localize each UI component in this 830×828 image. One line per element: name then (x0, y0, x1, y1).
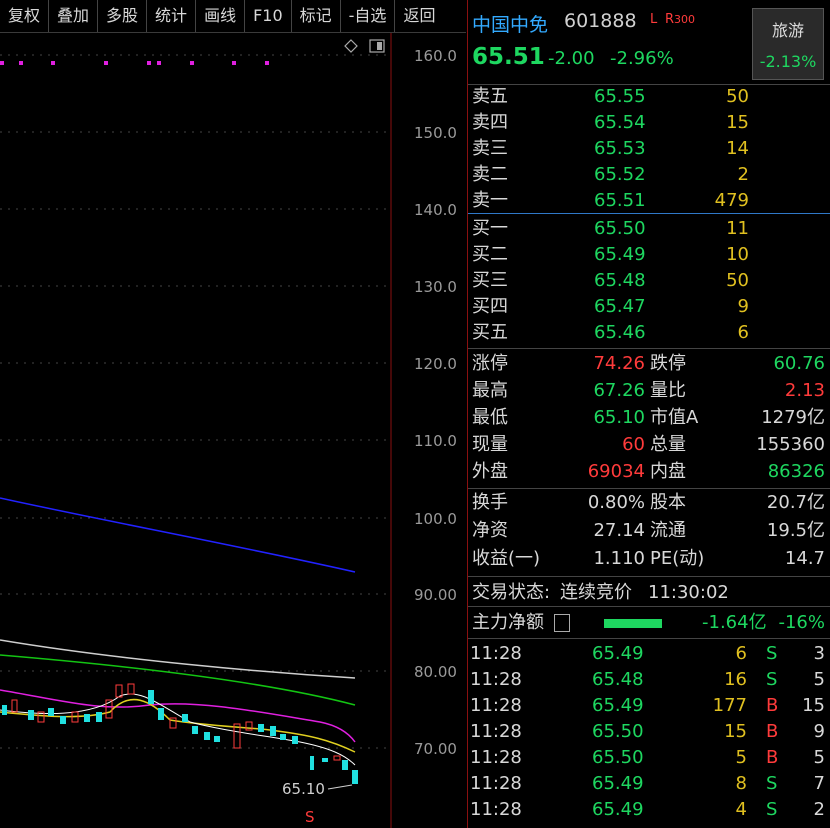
ask-row[interactable]: 卖五 65.55 50 (468, 84, 830, 110)
y-tick-label: 150.0 (414, 124, 457, 142)
y-tick-label: 110.0 (414, 432, 457, 450)
tick-row: 11:28 65.49 6 S 3 (470, 643, 825, 664)
stock-name: 中国中免 (472, 14, 549, 36)
tick-row: 11:28 65.48 16 S 5 (470, 669, 825, 690)
last-price: 65.51 (472, 44, 545, 70)
tick-row: 11:28 65.49 4 S 2 (470, 799, 825, 820)
stat-row: 外盘 69034 内盘 86326 (472, 461, 825, 482)
divider (468, 638, 830, 639)
price-change-pct: -2.96% (610, 48, 674, 69)
panel-toggle-icon-fill (377, 42, 382, 50)
bid-row[interactable]: 买一 65.50 11 (468, 216, 830, 242)
stat-row: 最高 67.26 量比 2.13 (472, 380, 825, 401)
bid-row[interactable]: 买四 65.47 9 (468, 294, 830, 320)
main-flow-row[interactable]: 主力净额 -1.64亿 -16% (468, 610, 830, 636)
stat-row: 最低 65.10 市值A 1279亿 (472, 407, 825, 428)
ma-line-short (0, 693, 356, 766)
y-tick-label: 70.00 (414, 740, 457, 758)
toolbar-f10-button[interactable]: F10 (245, 0, 292, 32)
divider (468, 348, 830, 349)
book-midline (468, 213, 830, 214)
toolbar-back-button[interactable]: 返回 (395, 0, 443, 32)
sector-change-pct: -2.13% (759, 52, 817, 71)
bid-row[interactable]: 买五 65.46 6 (468, 320, 830, 346)
quote-header: 中国中免 601888 L R300 65.51 -2.00 -2.96% 旅游… (468, 0, 830, 84)
tick-row: 11:28 65.49 177 B 15 (470, 695, 825, 716)
ma-line-green (0, 654, 356, 706)
low-price-arrow (327, 784, 353, 790)
stock-code: 601888 (564, 10, 637, 32)
tick-row: 11:28 65.50 5 B 5 (470, 747, 825, 768)
quote-panel: 中国中免 601888 L R300 65.51 -2.00 -2.96% 旅游… (467, 0, 830, 828)
stock-flag-r: R300 (665, 12, 696, 27)
bid-row[interactable]: 买二 65.49 10 (468, 242, 830, 268)
stat-row: 净资 27.14 流通 19.5亿 (472, 520, 825, 541)
stat-row: 涨停 74.26 跌停 60.76 (472, 353, 825, 374)
divider (468, 576, 830, 577)
sector-tile[interactable]: 旅游 -2.13% (752, 8, 824, 80)
toolbar-statistics-button[interactable]: 统计 (147, 0, 197, 32)
divider (468, 488, 830, 489)
toolbar-draw-line-button[interactable]: 画线 (196, 0, 246, 32)
y-tick-label: 160.0 (414, 47, 457, 65)
flow-bar (604, 619, 662, 628)
divider (468, 606, 830, 607)
toolbar-multi-stock-button[interactable]: 多股 (98, 0, 148, 32)
y-tick-label: 80.00 (414, 663, 457, 681)
list-icon (554, 614, 570, 632)
ask-row[interactable]: 卖一 65.51 479 (468, 188, 830, 214)
tick-row: 11:28 65.49 8 S 7 (470, 773, 825, 794)
stat-row: 现量 60 总量 155360 (472, 434, 825, 455)
trading-status: 交易状态: 连续竞价 11:30:02 (472, 582, 729, 603)
toolbar-restore-rights-button[interactable]: 复权 (0, 0, 50, 32)
bid-row[interactable]: 买三 65.48 50 (468, 268, 830, 294)
candles (2, 683, 358, 784)
diamond-icon[interactable] (344, 39, 358, 53)
ask-row[interactable]: 卖四 65.54 15 (468, 110, 830, 136)
sell-marker: S (305, 808, 315, 826)
chart-toolbar: 复权 叠加 多股 统计 画线 F10 标记 -自选 返回 (0, 0, 466, 33)
stat-row: 收益(一) 1.110 PE(动) 14.7 (472, 548, 825, 569)
y-tick-label: 140.0 (414, 201, 457, 219)
price-change: -2.00 (548, 48, 595, 69)
tick-row: 11:28 65.50 15 B 9 (470, 721, 825, 742)
toolbar-overlay-button[interactable]: 叠加 (49, 0, 99, 32)
y-tick-label: 130.0 (414, 278, 457, 296)
toolbar-remove-watchlist-button[interactable]: -自选 (341, 0, 396, 32)
y-tick-label: 100.0 (414, 510, 457, 528)
low-price-label: 65.10 (282, 780, 325, 798)
kline-chart[interactable]: 160.0 150.0 140.0 130.0 120.0 110.0 100.… (0, 33, 466, 828)
toolbar-mark-button[interactable]: 标记 (292, 0, 341, 32)
y-tick-label: 120.0 (414, 355, 457, 373)
stat-row: 换手 0.80% 股本 20.7亿 (472, 492, 825, 513)
event-markers (0, 61, 269, 65)
ma-line-yellow (0, 698, 356, 753)
y-tick-label: 90.00 (414, 586, 457, 604)
ask-row[interactable]: 卖三 65.53 14 (468, 136, 830, 162)
sector-name: 旅游 (771, 21, 804, 40)
stock-flag-l: L (650, 12, 658, 27)
ask-row[interactable]: 卖二 65.52 2 (468, 162, 830, 188)
ma-line-blue (0, 497, 356, 573)
